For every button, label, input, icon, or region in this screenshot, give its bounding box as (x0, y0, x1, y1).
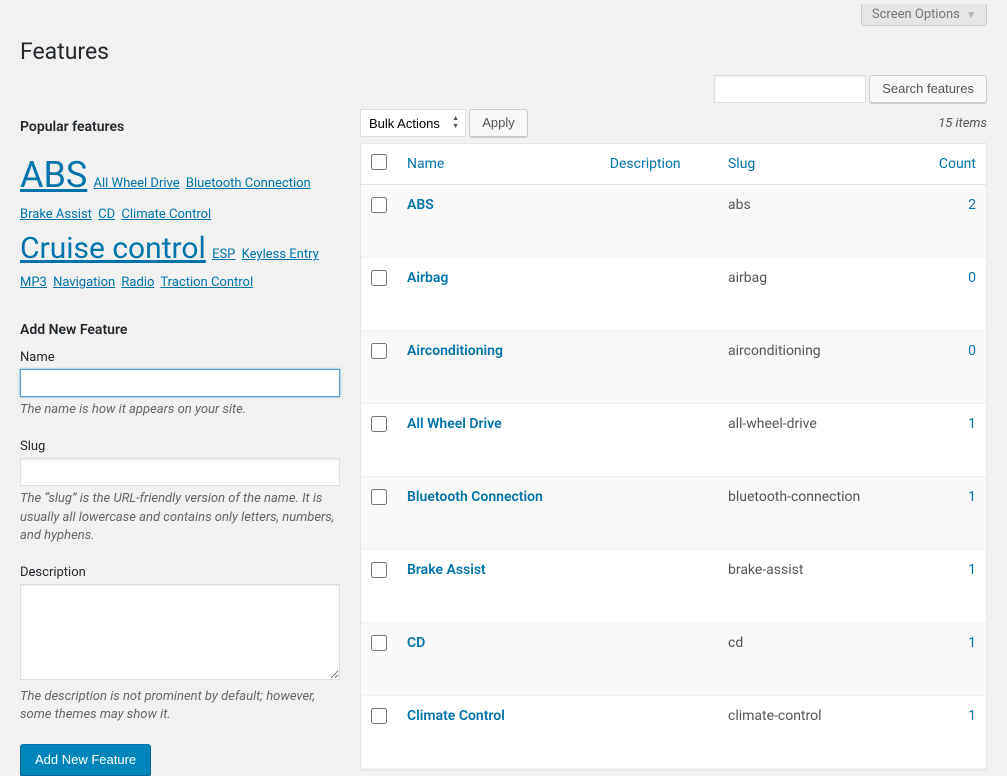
row-count-link[interactable]: 1 (968, 562, 976, 578)
row-checkbox[interactable] (371, 416, 387, 432)
tag-link[interactable]: Keyless Entry (242, 247, 319, 262)
tag-link[interactable]: MP3 (20, 275, 47, 290)
tag-link[interactable]: CD (98, 207, 115, 222)
row-name-link[interactable]: ABS (407, 197, 434, 213)
table-row: Brake Assist brake-assist 1 (361, 550, 986, 623)
row-description (600, 331, 718, 404)
search-button[interactable]: Search features (869, 75, 987, 103)
table-row: Airbag airbag 0 (361, 258, 986, 331)
add-new-feature-button[interactable]: Add New Feature (20, 744, 151, 776)
tag-link[interactable]: Traction Control (160, 275, 253, 290)
row-checkbox[interactable] (371, 197, 387, 213)
tag-link[interactable]: ESP (212, 247, 235, 262)
page-title: Features (20, 38, 987, 65)
slug-input[interactable] (20, 458, 340, 486)
name-input[interactable] (20, 369, 340, 397)
table-row: ABS abs 2 (361, 185, 986, 258)
row-slug: brake-assist (718, 550, 916, 623)
row-description (600, 477, 718, 550)
description-textarea[interactable] (20, 584, 340, 680)
row-checkbox[interactable] (371, 635, 387, 651)
tag-link[interactable]: Navigation (53, 275, 115, 290)
row-name-link[interactable]: Climate Control (407, 708, 505, 724)
row-checkbox[interactable] (371, 562, 387, 578)
row-count-link[interactable]: 2 (968, 197, 976, 213)
add-new-heading: Add New Feature (20, 322, 340, 338)
table-row: Climate Control climate-control 1 (361, 696, 986, 769)
chevron-down-icon: ▼ (966, 10, 976, 21)
search-input[interactable] (714, 75, 866, 103)
row-count-link[interactable]: 1 (968, 416, 976, 432)
row-description (600, 550, 718, 623)
column-header-name[interactable]: Name (397, 144, 600, 185)
row-name-link[interactable]: Brake Assist (407, 562, 486, 578)
row-slug: abs (718, 185, 916, 258)
select-all-checkbox[interactable] (371, 154, 387, 170)
table-row: Bluetooth Connection bluetooth-connection… (361, 477, 986, 550)
name-hint: The name is how it appears on your site. (20, 401, 340, 419)
row-count-link[interactable]: 1 (968, 708, 976, 724)
row-description (600, 258, 718, 331)
row-count-link[interactable]: 1 (968, 635, 976, 651)
screen-options-label: Screen Options (872, 7, 960, 22)
table-row: CD cd 1 (361, 623, 986, 696)
tag-link[interactable]: Bluetooth Connection (186, 176, 311, 191)
tag-link[interactable]: All Wheel Drive (94, 176, 180, 191)
bulk-actions-select[interactable]: Bulk Actions (360, 109, 466, 137)
row-count-link[interactable]: 1 (968, 489, 976, 505)
column-header-count[interactable]: Count (916, 144, 986, 185)
row-checkbox[interactable] (371, 489, 387, 505)
slug-hint: The “slug” is the URL-friendly version o… (20, 490, 340, 545)
tag-link[interactable]: Climate Control (121, 207, 211, 222)
row-checkbox[interactable] (371, 343, 387, 359)
row-slug: airbag (718, 258, 916, 331)
table-row: Airconditioning airconditioning 0 (361, 331, 986, 404)
column-header-slug[interactable]: Slug (718, 144, 916, 185)
name-label: Name (20, 350, 340, 365)
row-slug: bluetooth-connection (718, 477, 916, 550)
row-slug: cd (718, 623, 916, 696)
row-checkbox[interactable] (371, 270, 387, 286)
row-name-link[interactable]: Airbag (407, 270, 448, 286)
tag-link[interactable]: Cruise control (20, 231, 206, 266)
row-slug: all-wheel-drive (718, 404, 916, 477)
row-description (600, 623, 718, 696)
description-hint: The description is not prominent by defa… (20, 688, 340, 724)
row-description (600, 696, 718, 769)
row-count-link[interactable]: 0 (968, 270, 976, 286)
popular-features-heading: Popular features (20, 119, 340, 135)
row-name-link[interactable]: CD (407, 635, 425, 651)
column-header-description[interactable]: Description (600, 144, 718, 185)
screen-options-toggle[interactable]: Screen Options ▼ (861, 4, 987, 26)
row-count-link[interactable]: 0 (968, 343, 976, 359)
row-slug: climate-control (718, 696, 916, 769)
tag-link[interactable]: Radio (121, 275, 154, 290)
tag-cloud: ABS All Wheel Drive Bluetooth Connection… (20, 147, 340, 294)
slug-label: Slug (20, 439, 340, 454)
tag-link[interactable]: Brake Assist (20, 207, 92, 222)
table-row: All Wheel Drive all-wheel-drive 1 (361, 404, 986, 477)
item-count: 15 items (938, 116, 987, 131)
description-label: Description (20, 565, 340, 580)
apply-button[interactable]: Apply (469, 109, 528, 137)
row-description (600, 185, 718, 258)
row-description (600, 404, 718, 477)
row-checkbox[interactable] (371, 708, 387, 724)
row-name-link[interactable]: All Wheel Drive (407, 416, 502, 432)
tag-link[interactable]: ABS (20, 154, 87, 196)
row-name-link[interactable]: Airconditioning (407, 343, 503, 359)
row-name-link[interactable]: Bluetooth Connection (407, 489, 543, 505)
row-slug: airconditioning (718, 331, 916, 404)
